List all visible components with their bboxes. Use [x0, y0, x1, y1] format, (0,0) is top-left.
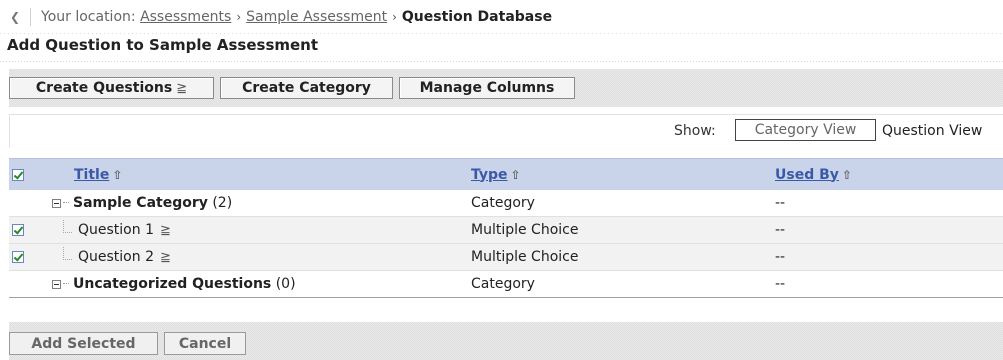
title-cell: Question 1 ≧: [49, 216, 471, 244]
bottom-action-bar: Add Selected Cancel: [9, 322, 1003, 360]
manage-columns-button[interactable]: Manage Columns: [399, 77, 575, 99]
collapse-icon[interactable]: [52, 279, 61, 289]
breadcrumb-link-assessments[interactable]: Assessments: [140, 9, 231, 25]
title-cell: Uncategorized Questions (0): [49, 270, 471, 298]
type-cell: Category: [471, 190, 775, 217]
question-table: Title⇧ Type⇧ Used By⇧ Sample Category: [9, 158, 1003, 298]
show-label: Show:: [674, 123, 716, 139]
breadcrumb-link-sample-assessment[interactable]: Sample Assessment: [246, 9, 387, 25]
page-title: Add Question to Sample Assessment: [7, 36, 319, 54]
category-count: (2): [212, 195, 233, 211]
tree-connector: [63, 219, 72, 233]
breadcrumb-arrow-icon: ›: [236, 10, 242, 24]
breadcrumb: ❮ Your location: Assessments › Sample As…: [0, 0, 1003, 34]
title-cell: Sample Category (2): [49, 190, 471, 217]
select-cell: [9, 243, 49, 271]
table-header-row: Title ⇧ Type ⇧ Used By ⇧: [9, 158, 1003, 190]
create-questions-label: Create Questions: [35, 80, 173, 96]
divider: [30, 8, 31, 26]
breadcrumb-arrow-icon: ›: [392, 10, 397, 24]
divider: [0, 61, 1003, 62]
sort-up-icon[interactable]: ⇧: [112, 168, 122, 182]
breadcrumb-prefix-label: Your location:: [41, 9, 136, 25]
sort-up-icon[interactable]: ⇧: [842, 168, 852, 182]
create-category-button[interactable]: Create Category: [220, 77, 393, 99]
sort-title-link[interactable]: Title: [74, 167, 109, 183]
category-view-option[interactable]: Category View: [735, 119, 876, 141]
select-cell: [9, 270, 49, 298]
select-all-checkbox[interactable]: [12, 168, 24, 181]
create-questions-button[interactable]: Create Questions ≧: [9, 77, 214, 99]
question-view-option[interactable]: Question View: [882, 123, 982, 139]
used-by-cell: --: [775, 270, 1003, 298]
tree-connector: [63, 202, 69, 204]
page: ❮ Your location: Assessments › Sample As…: [0, 0, 1003, 360]
select-all-cell: [9, 158, 49, 190]
menu-stack-icon[interactable]: ≧: [160, 223, 171, 238]
tree-connector: [63, 283, 69, 285]
chevron-left-icon[interactable]: ❮: [8, 7, 22, 27]
select-cell: [9, 190, 49, 217]
column-header-title: Title ⇧: [49, 158, 471, 190]
table-row: Uncategorized Questions (0) Category --: [9, 270, 1003, 298]
type-cell: Category: [471, 270, 775, 298]
tree-connector: [63, 246, 72, 260]
title-cell: Question 2 ≧: [49, 243, 471, 271]
add-selected-button[interactable]: Add Selected: [9, 332, 158, 355]
sort-up-icon[interactable]: ⇧: [511, 168, 521, 182]
collapse-icon[interactable]: [52, 198, 61, 208]
action-toolbar: Create Questions ≧ Create Category Manag…: [9, 69, 1003, 107]
table-row: Question 2 ≧ Multiple Choice --: [9, 243, 1003, 271]
sort-used-by-link[interactable]: Used By: [775, 167, 839, 183]
menu-stack-icon: ≧: [176, 80, 188, 96]
type-cell: Multiple Choice: [471, 243, 775, 271]
type-cell: Multiple Choice: [471, 216, 775, 244]
question-table-container: Title⇧ Type⇧ Used By⇧ Sample Category: [9, 158, 1003, 298]
row-checkbox[interactable]: [12, 224, 24, 236]
category-count: (0): [275, 276, 296, 292]
used-by-cell: --: [775, 216, 1003, 244]
used-by-cell: --: [775, 243, 1003, 271]
table-row: Question 1 ≧ Multiple Choice --: [9, 216, 1003, 244]
breadcrumb-current: Question Database: [401, 9, 553, 25]
used-by-cell: --: [775, 190, 1003, 217]
select-cell: [9, 216, 49, 244]
column-header-type: Type ⇧: [471, 158, 775, 190]
category-name: Sample Category: [73, 195, 208, 211]
view-selector-bar: Show: Category View Question View: [9, 114, 1003, 148]
breadcrumb-prefix: Your location:: [41, 9, 140, 25]
row-checkbox[interactable]: [12, 251, 24, 263]
table-row: Sample Category (2) Category --: [9, 190, 1003, 217]
category-name: Uncategorized Questions: [73, 276, 272, 292]
menu-stack-icon[interactable]: ≧: [160, 250, 171, 265]
column-header-used-by: Used By ⇧: [775, 158, 1003, 190]
sort-type-link[interactable]: Type: [471, 167, 508, 183]
cancel-button[interactable]: Cancel: [164, 332, 246, 355]
question-name: Question 2: [78, 249, 154, 265]
question-name: Question 1: [78, 222, 154, 238]
